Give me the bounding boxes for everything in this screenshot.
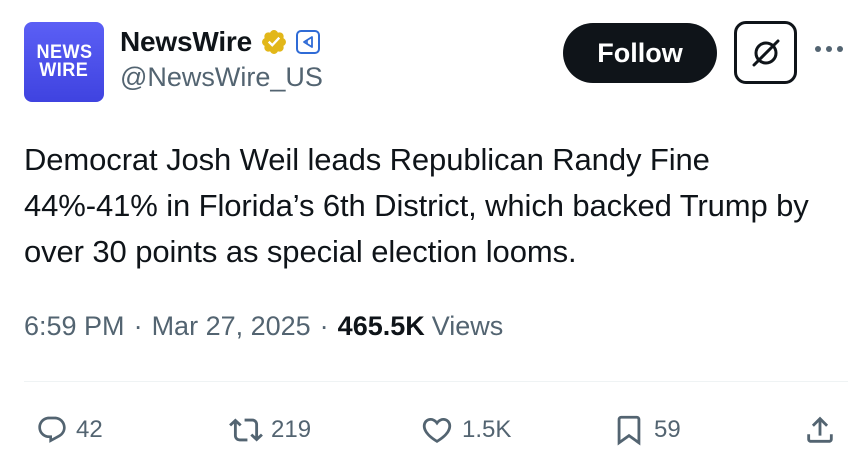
bookmark-icon bbox=[617, 415, 641, 446]
repost-icon bbox=[229, 418, 263, 442]
tweet-meta: 6:59 PM · Mar 27, 2025 · 465.5K Views bbox=[24, 311, 503, 342]
tweet-date[interactable]: Mar 27, 2025 bbox=[152, 311, 311, 342]
grok-icon[interactable] bbox=[734, 21, 797, 84]
reply-count: 42 bbox=[76, 416, 103, 443]
avatar-text-line2: WIRE bbox=[39, 60, 89, 81]
tweet-text: Democrat Josh Weil leads Republican Rand… bbox=[24, 142, 809, 269]
views-label[interactable]: Views bbox=[432, 311, 504, 342]
like-count: 1.5K bbox=[462, 416, 512, 443]
reply-button[interactable]: 42 bbox=[36, 410, 103, 450]
reply-icon bbox=[38, 416, 66, 443]
views-count[interactable]: 465.5K bbox=[338, 311, 425, 342]
like-button[interactable]: 1.5K bbox=[420, 410, 511, 450]
share-button[interactable] bbox=[803, 410, 837, 450]
meta-separator: · bbox=[319, 311, 329, 341]
tweet-time[interactable]: 6:59 PM bbox=[24, 311, 125, 342]
account-handle[interactable]: @NewsWire_US bbox=[120, 62, 323, 93]
repost-button[interactable]: 219 bbox=[229, 410, 311, 450]
share-icon bbox=[807, 416, 833, 443]
divider bbox=[24, 381, 848, 382]
name-row: NewsWire bbox=[120, 24, 320, 60]
heart-icon bbox=[422, 417, 452, 443]
more-options-icon[interactable] bbox=[812, 37, 846, 61]
repost-count: 219 bbox=[271, 416, 312, 443]
avatar[interactable]: NEWS WIRE bbox=[24, 22, 104, 102]
display-name[interactable]: NewsWire bbox=[120, 26, 252, 58]
follow-button[interactable]: Follow bbox=[563, 23, 717, 83]
bookmark-button[interactable]: 59 bbox=[612, 410, 681, 450]
meta-separator: · bbox=[133, 311, 143, 341]
affiliate-badge-icon[interactable] bbox=[295, 30, 320, 54]
bookmark-count: 59 bbox=[654, 416, 681, 443]
verified-badge-icon[interactable] bbox=[260, 28, 288, 56]
